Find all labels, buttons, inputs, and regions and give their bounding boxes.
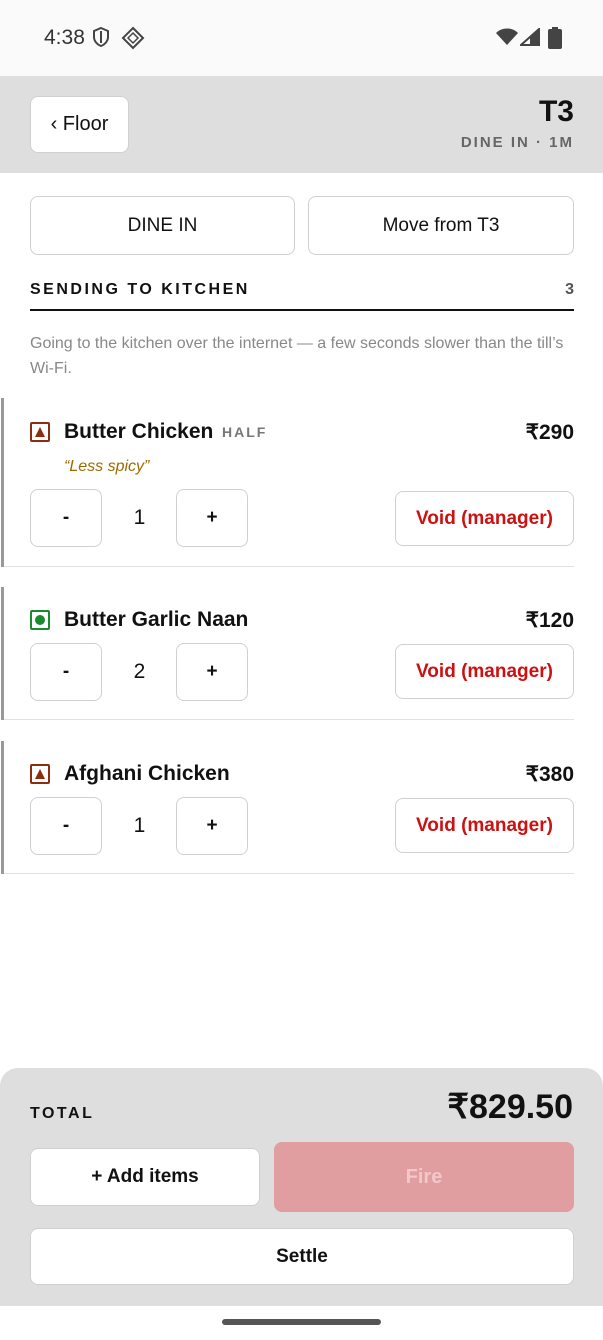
item-name: Afghani Chicken [64, 762, 230, 785]
total-label: TOTAL [30, 1105, 95, 1122]
back-to-floor-button[interactable]: ‹ Floor [30, 96, 129, 153]
order-item: Afghani Chicken ₹380 - 1 + Void (manager… [0, 741, 574, 875]
non-veg-icon [30, 422, 50, 442]
add-items-button[interactable]: + Add items [30, 1148, 260, 1206]
fire-button[interactable]: Fire [274, 1142, 574, 1212]
wifi-icon [496, 28, 518, 51]
shield-icon [91, 26, 111, 53]
item-status-bar [1, 587, 4, 720]
increase-qty-button[interactable]: + [176, 489, 248, 547]
veg-icon [30, 610, 50, 630]
item-quantity: 2 [133, 660, 146, 683]
order-item: Butter Garlic Naan ₹120 - 2 + Void (mana… [0, 587, 574, 721]
item-price: ₹380 [525, 763, 574, 786]
item-name: Butter Garlic Naan [64, 608, 249, 631]
item-note: “Less spicy” [64, 458, 150, 475]
item-price: ₹120 [525, 609, 574, 632]
item-quantity: 1 [133, 814, 146, 837]
order-item: Butter Chicken HALF ₹290 “Less spicy” - … [0, 398, 574, 568]
total-value: ₹829.50 [447, 1088, 573, 1126]
table-id: T3 [538, 95, 574, 128]
dine-in-button[interactable]: DINE IN [30, 196, 295, 255]
move-table-button[interactable]: Move from T3 [308, 196, 574, 255]
settle-button[interactable]: Settle [30, 1228, 574, 1285]
item-quantity: 1 [133, 506, 146, 529]
signal-icon [518, 26, 540, 51]
void-item-button[interactable]: Void (manager) [395, 491, 574, 546]
item-divider [4, 719, 574, 720]
item-price: ₹290 [525, 421, 574, 444]
battery-icon [548, 27, 562, 54]
void-item-button[interactable]: Void (manager) [395, 644, 574, 699]
item-status-bar [1, 741, 4, 874]
status-bar: 4:38 [0, 0, 603, 76]
decrease-qty-button[interactable]: - [30, 797, 102, 855]
section-divider [30, 309, 574, 311]
table-subtitle: DINE IN · 1M [460, 134, 574, 151]
item-name: Butter Chicken [64, 420, 214, 443]
status-time: 4:38 [44, 26, 85, 49]
item-divider [4, 873, 574, 874]
item-status-bar [1, 398, 4, 567]
section-title: SENDING TO KITCHEN [30, 281, 250, 298]
non-veg-icon [30, 764, 50, 784]
chip-icon [121, 26, 145, 55]
network-note: Going to the kitchen over the internet —… [30, 335, 564, 377]
gesture-bar[interactable] [222, 1319, 381, 1325]
item-portion-tag: HALF [222, 424, 268, 440]
decrease-qty-button[interactable]: - [30, 489, 102, 547]
void-item-button[interactable]: Void (manager) [395, 798, 574, 853]
increase-qty-button[interactable]: + [176, 797, 248, 855]
decrease-qty-button[interactable]: - [30, 643, 102, 701]
increase-qty-button[interactable]: + [176, 643, 248, 701]
section-count: 3 [565, 281, 574, 298]
item-divider [4, 566, 574, 567]
